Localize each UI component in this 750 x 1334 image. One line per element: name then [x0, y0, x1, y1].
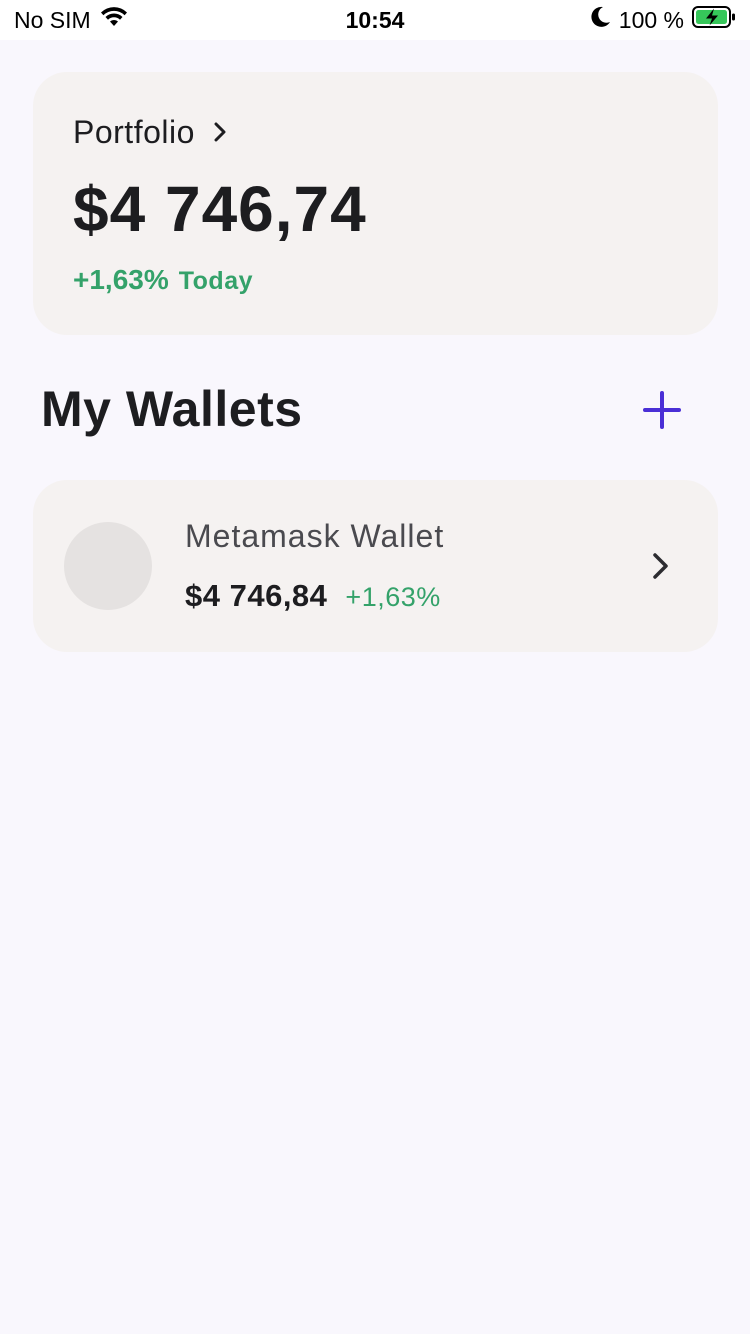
wallet-stats: $4 746,84 +1,63%	[185, 578, 441, 614]
wallet-avatar	[64, 522, 152, 610]
portfolio-total-value: $4 746,74	[73, 173, 367, 245]
chevron-right-icon	[213, 114, 227, 151]
moon-icon	[591, 6, 611, 34]
wallet-name: Metamask Wallet	[185, 518, 445, 554]
status-bar: No SIM 10:54 100 %	[0, 0, 750, 40]
portfolio-change-period: Today	[178, 267, 254, 295]
status-right: 100 %	[591, 6, 736, 34]
portfolio-label: Portfolio	[73, 113, 195, 150]
my-wallets-title: My Wallets	[41, 381, 303, 437]
add-wallet-button[interactable]	[638, 386, 686, 434]
portfolio-link[interactable]: Portfolio	[73, 114, 227, 150]
wallet-item[interactable]: Metamask Wallet $4 746,84 +1,63%	[33, 480, 718, 652]
portfolio-change: +1,63% Today	[73, 264, 253, 296]
wallet-value: $4 746,84	[185, 578, 328, 613]
battery-charging-icon	[692, 5, 736, 35]
plus-icon	[643, 391, 681, 429]
wallet-change: +1,63%	[345, 582, 441, 612]
portfolio-change-percent: +1,63%	[73, 264, 169, 295]
chevron-right-icon	[645, 548, 675, 584]
portfolio-card[interactable]: Portfolio $4 746,74 +1,63% Today	[33, 72, 718, 335]
battery-percent: 100 %	[618, 6, 684, 33]
